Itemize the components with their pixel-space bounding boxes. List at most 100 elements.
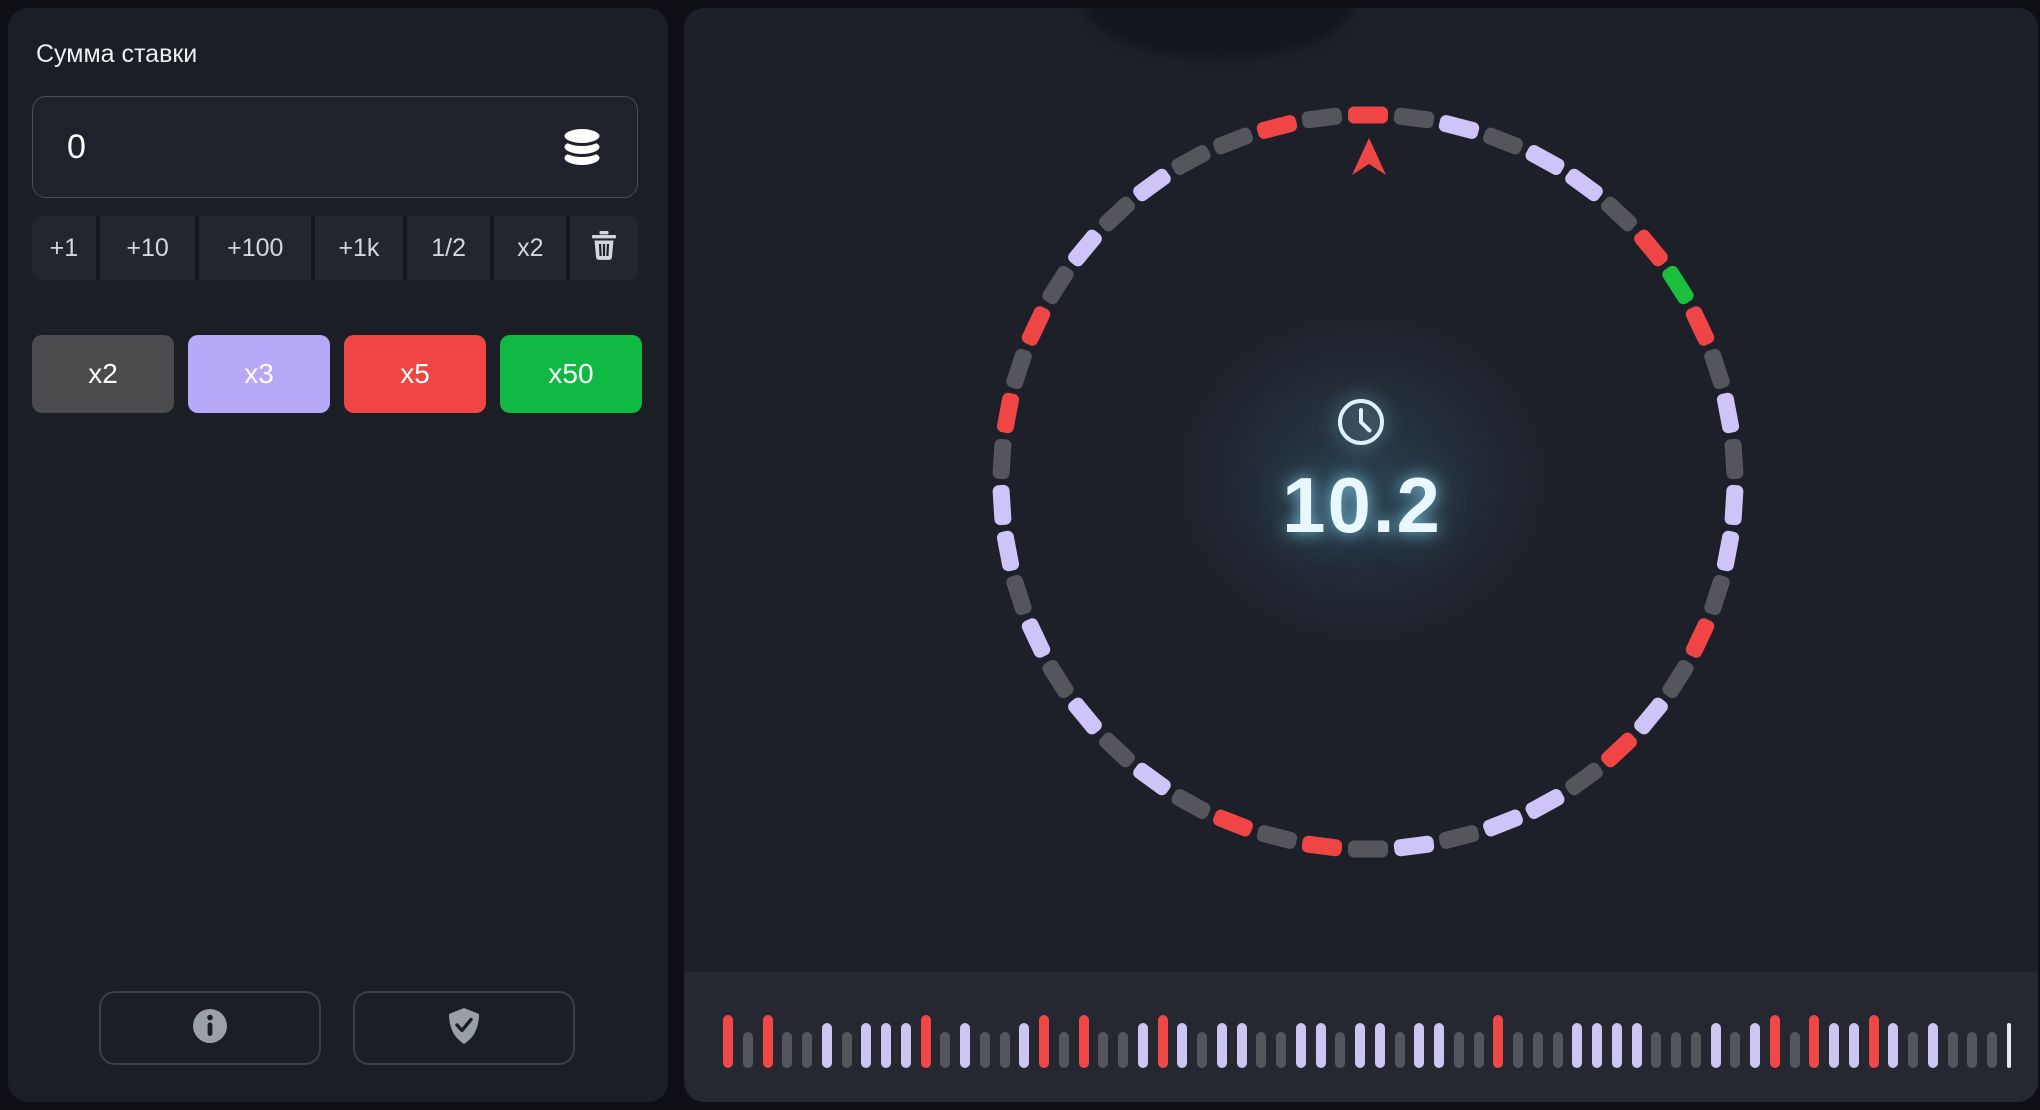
history-tick-red xyxy=(1493,1015,1503,1068)
history-tick-gray xyxy=(1730,1032,1740,1068)
trash-icon xyxy=(590,230,618,267)
history-tick-gray xyxy=(1197,1032,1207,1068)
quick-bet-button-+10[interactable]: +10 xyxy=(100,216,196,280)
history-tick-gray xyxy=(1395,1032,1405,1068)
wheel-segment-lavender xyxy=(1481,808,1524,839)
history-tick-gray xyxy=(1474,1032,1484,1068)
quick-bet-button-+1k[interactable]: +1k xyxy=(315,216,403,280)
history-tick-gray xyxy=(1967,1032,1977,1068)
quick-bet-button-x2[interactable]: x2 xyxy=(494,216,566,280)
history-tick-red xyxy=(1158,1015,1168,1068)
quick-bet-button-+100[interactable]: +100 xyxy=(199,216,311,280)
wheel-segment-gray xyxy=(1393,107,1435,129)
history-tick-lavender xyxy=(1829,1023,1839,1068)
wheel-segment-lavender xyxy=(992,485,1011,526)
history-tick-gray xyxy=(1987,1032,1997,1068)
history-bar xyxy=(684,972,2038,1102)
wheel-segment-lavender xyxy=(1523,787,1566,821)
wheel-segment-gray xyxy=(1599,195,1640,235)
history-tick-lavender xyxy=(1434,1023,1444,1068)
clock-icon xyxy=(1336,397,1386,452)
wheel-segment-gray xyxy=(1703,574,1732,617)
multiplier-row: x2x3x5x50 xyxy=(32,335,642,413)
wheel-segment-lavender xyxy=(1716,392,1740,434)
history-tick-lavender xyxy=(1612,1023,1622,1068)
wheel-segment-gray xyxy=(1725,438,1744,479)
history-tick-gray xyxy=(1533,1032,1543,1068)
wheel-segment-gray xyxy=(1170,143,1213,177)
wheel-segment-gray xyxy=(1096,730,1137,770)
wheel-segment-lavender xyxy=(1131,166,1173,203)
history-tick-lavender xyxy=(1375,1023,1385,1068)
history-tick-gray xyxy=(1671,1032,1681,1068)
wheel-segment-gray xyxy=(1703,347,1732,390)
wheel-segment-red xyxy=(1020,304,1052,347)
wheel-segment-gray xyxy=(1096,195,1137,235)
quick-bet-button-1/2[interactable]: 1/2 xyxy=(407,216,491,280)
history-tick-lavender xyxy=(1019,1023,1029,1068)
wheel-segment-red xyxy=(1211,808,1254,839)
countdown-value: 10.2 xyxy=(1162,460,1562,551)
history-tick-partial xyxy=(2007,1023,2011,1068)
history-tick-gray xyxy=(802,1032,812,1068)
history-tick-gray xyxy=(743,1032,753,1068)
history-tick-lavender xyxy=(901,1023,911,1068)
fairness-button[interactable] xyxy=(353,991,575,1065)
wheel-segment-gray xyxy=(992,438,1011,479)
wheel-segment-red xyxy=(1631,227,1670,269)
history-tick-gray xyxy=(842,1032,852,1068)
wheel-segment-lavender xyxy=(1131,760,1173,797)
wheel-segment-gray xyxy=(1040,657,1076,700)
wheel-pointer-icon xyxy=(1352,138,1386,181)
history-tick-lavender xyxy=(1849,1023,1859,1068)
history-tick-lavender xyxy=(960,1023,970,1068)
bet-multiplier-x5[interactable]: x5 xyxy=(344,335,486,413)
history-tick-gray xyxy=(1098,1032,1108,1068)
bet-amount-input[interactable] xyxy=(33,128,559,167)
wheel-segment-red xyxy=(1255,113,1298,139)
wheel-segment-lavender xyxy=(1393,835,1435,857)
history-tick-red xyxy=(1869,1015,1879,1068)
wheel-segment-lavender xyxy=(1631,695,1670,737)
history-tick-red xyxy=(1039,1015,1049,1068)
quick-bet-row: +1+10+100+1k1/2x2 xyxy=(32,216,638,280)
wheel-segment-gray xyxy=(1563,760,1605,797)
wheel-segment-gray xyxy=(1211,126,1254,157)
shield-check-icon xyxy=(446,1007,482,1050)
bet-amount-label: Сумма ставки xyxy=(36,40,197,69)
history-tick-gray xyxy=(1454,1032,1464,1068)
history-tick-red xyxy=(1079,1015,1089,1068)
history-tick-lavender xyxy=(1711,1023,1721,1068)
wheel-segment-gray xyxy=(1255,824,1298,850)
history-tick-gray xyxy=(1948,1032,1958,1068)
bet-multiplier-x3[interactable]: x3 xyxy=(188,335,330,413)
history-tick-lavender xyxy=(1138,1023,1148,1068)
wheel-segment-lavender xyxy=(1523,143,1566,177)
history-tick-red xyxy=(763,1015,773,1068)
bet-multiplier-x50[interactable]: x50 xyxy=(500,335,642,413)
wheel-segment-gray xyxy=(1481,126,1524,157)
history-tick-gray xyxy=(1513,1032,1523,1068)
history-tick-gray xyxy=(1908,1032,1918,1068)
history-tick-lavender xyxy=(861,1023,871,1068)
wheel-segment-red xyxy=(1684,304,1716,347)
wheel-segment-green xyxy=(1660,264,1696,307)
history-tick-lavender xyxy=(1572,1023,1582,1068)
bet-multiplier-x2[interactable]: x2 xyxy=(32,335,174,413)
bet-panel: Сумма ставки +1+10+100+1k1/2x2 xyxy=(8,8,668,1102)
history-tick-lavender xyxy=(1928,1023,1938,1068)
history-tick-lavender xyxy=(1750,1023,1760,1068)
history-tick-gray xyxy=(1256,1032,1266,1068)
history-tick-gray xyxy=(980,1032,990,1068)
wheel-segment-lavender xyxy=(995,530,1019,572)
history-tick-gray xyxy=(1276,1032,1286,1068)
info-button[interactable] xyxy=(99,991,321,1065)
quick-bet-button-+1[interactable]: +1 xyxy=(32,216,96,280)
wheel-panel: 10.2 xyxy=(684,8,2038,1102)
history-tick-red xyxy=(921,1015,931,1068)
history-tick-gray xyxy=(1553,1032,1563,1068)
wheel-segment-lavender xyxy=(1438,113,1481,139)
history-tick-gray xyxy=(940,1032,950,1068)
clear-bet-button[interactable] xyxy=(570,216,638,280)
wheel-segment-red xyxy=(1599,730,1640,770)
